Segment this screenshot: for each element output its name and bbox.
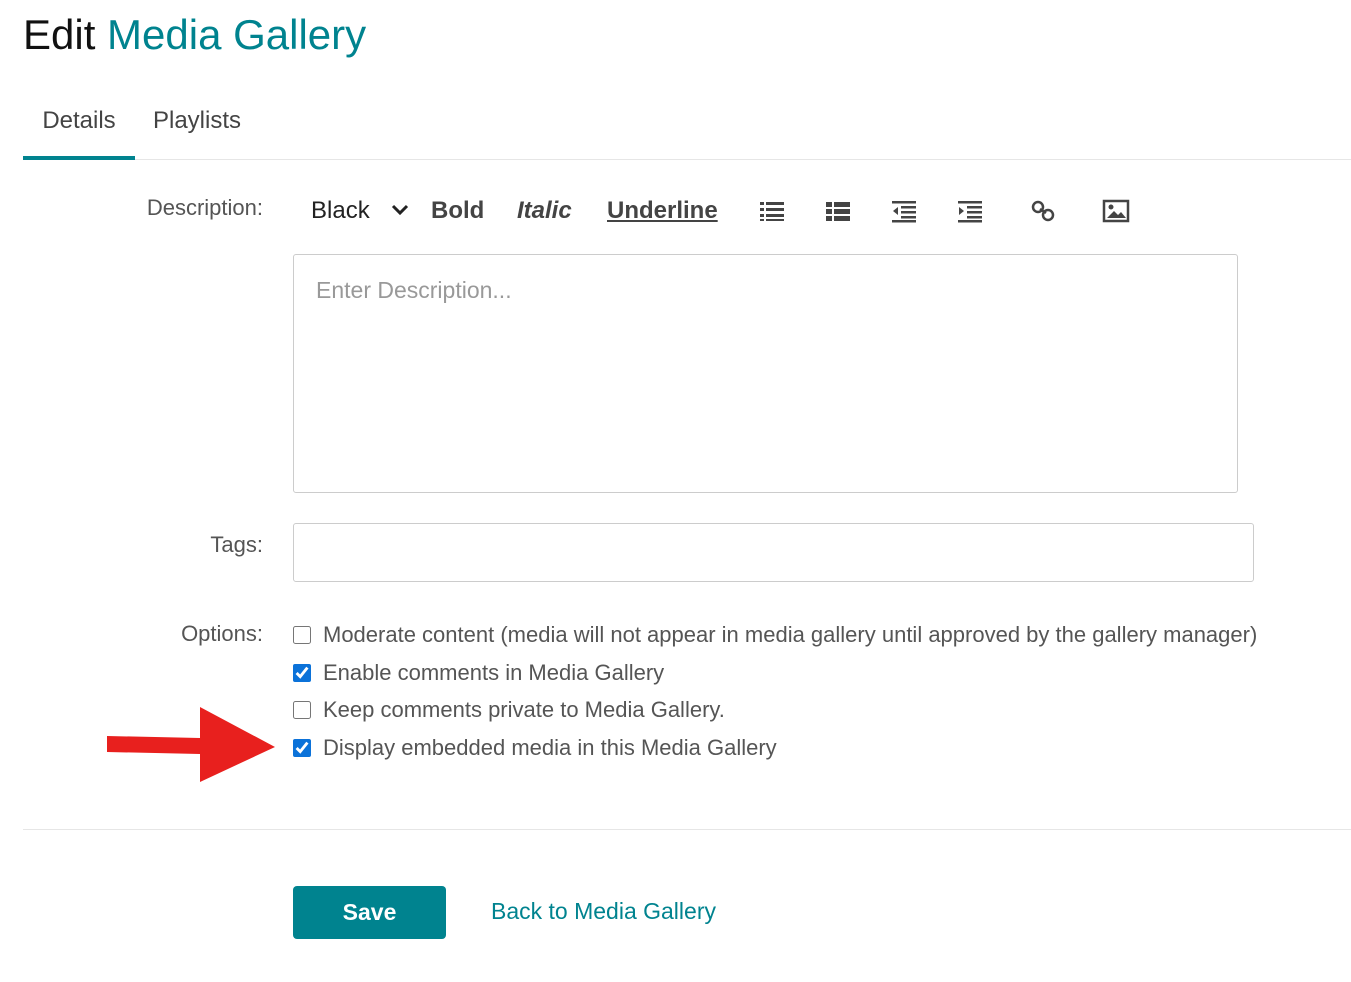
tags-input[interactable] <box>293 523 1254 582</box>
indent-icon[interactable] <box>956 199 984 223</box>
option-moderate-content[interactable]: Moderate content (media will not appear … <box>293 620 1257 650</box>
option-display-embedded[interactable]: Display embedded media in this Media Gal… <box>293 733 777 763</box>
link-icon[interactable] <box>1029 199 1057 223</box>
back-to-media-gallery-link[interactable]: Back to Media Gallery <box>491 898 716 925</box>
bulleted-list-icon[interactable] <box>758 199 786 223</box>
option-enable-comments[interactable]: Enable comments in Media Gallery <box>293 658 664 688</box>
image-icon[interactable] <box>1102 199 1130 223</box>
bold-button[interactable]: Bold <box>431 196 484 226</box>
italic-button[interactable]: Italic <box>517 196 572 226</box>
enable-comments-label: Enable comments in Media Gallery <box>323 660 665 685</box>
display-embedded-label: Display embedded media in this Media Gal… <box>323 735 777 760</box>
save-button[interactable]: Save <box>293 886 446 939</box>
description-label: Description: <box>146 195 263 220</box>
text-color-select[interactable]: Black <box>311 196 370 226</box>
moderate-content-checkbox[interactable] <box>293 626 311 644</box>
private-comments-label: Keep comments private to Media Gallery. <box>323 697 725 722</box>
outdent-icon[interactable] <box>890 199 918 223</box>
options-label: Options: <box>181 621 263 646</box>
tab-playlists[interactable]: Playlists <box>149 100 245 160</box>
underline-button[interactable]: Underline <box>607 196 718 226</box>
display-embedded-checkbox[interactable] <box>293 739 311 757</box>
page-title-accent: Media Gallery <box>107 11 367 58</box>
private-comments-checkbox[interactable] <box>293 701 311 719</box>
page-title-prefix: Edit <box>23 11 96 58</box>
tab-bar: Details Playlists <box>23 100 1351 160</box>
option-private-comments[interactable]: Keep comments private to Media Gallery. <box>293 695 725 725</box>
page-title: Edit Media Gallery <box>23 8 366 62</box>
enable-comments-checkbox[interactable] <box>293 664 311 682</box>
tags-label: Tags: <box>210 532 263 557</box>
chevron-down-icon[interactable] <box>390 200 410 220</box>
annotation-arrow-icon <box>107 707 275 782</box>
section-divider <box>23 829 1351 830</box>
moderate-content-label: Moderate content (media will not appear … <box>323 622 1258 647</box>
numbered-list-icon[interactable] <box>824 199 852 223</box>
tab-details[interactable]: Details <box>23 100 135 160</box>
description-input[interactable] <box>293 254 1238 493</box>
